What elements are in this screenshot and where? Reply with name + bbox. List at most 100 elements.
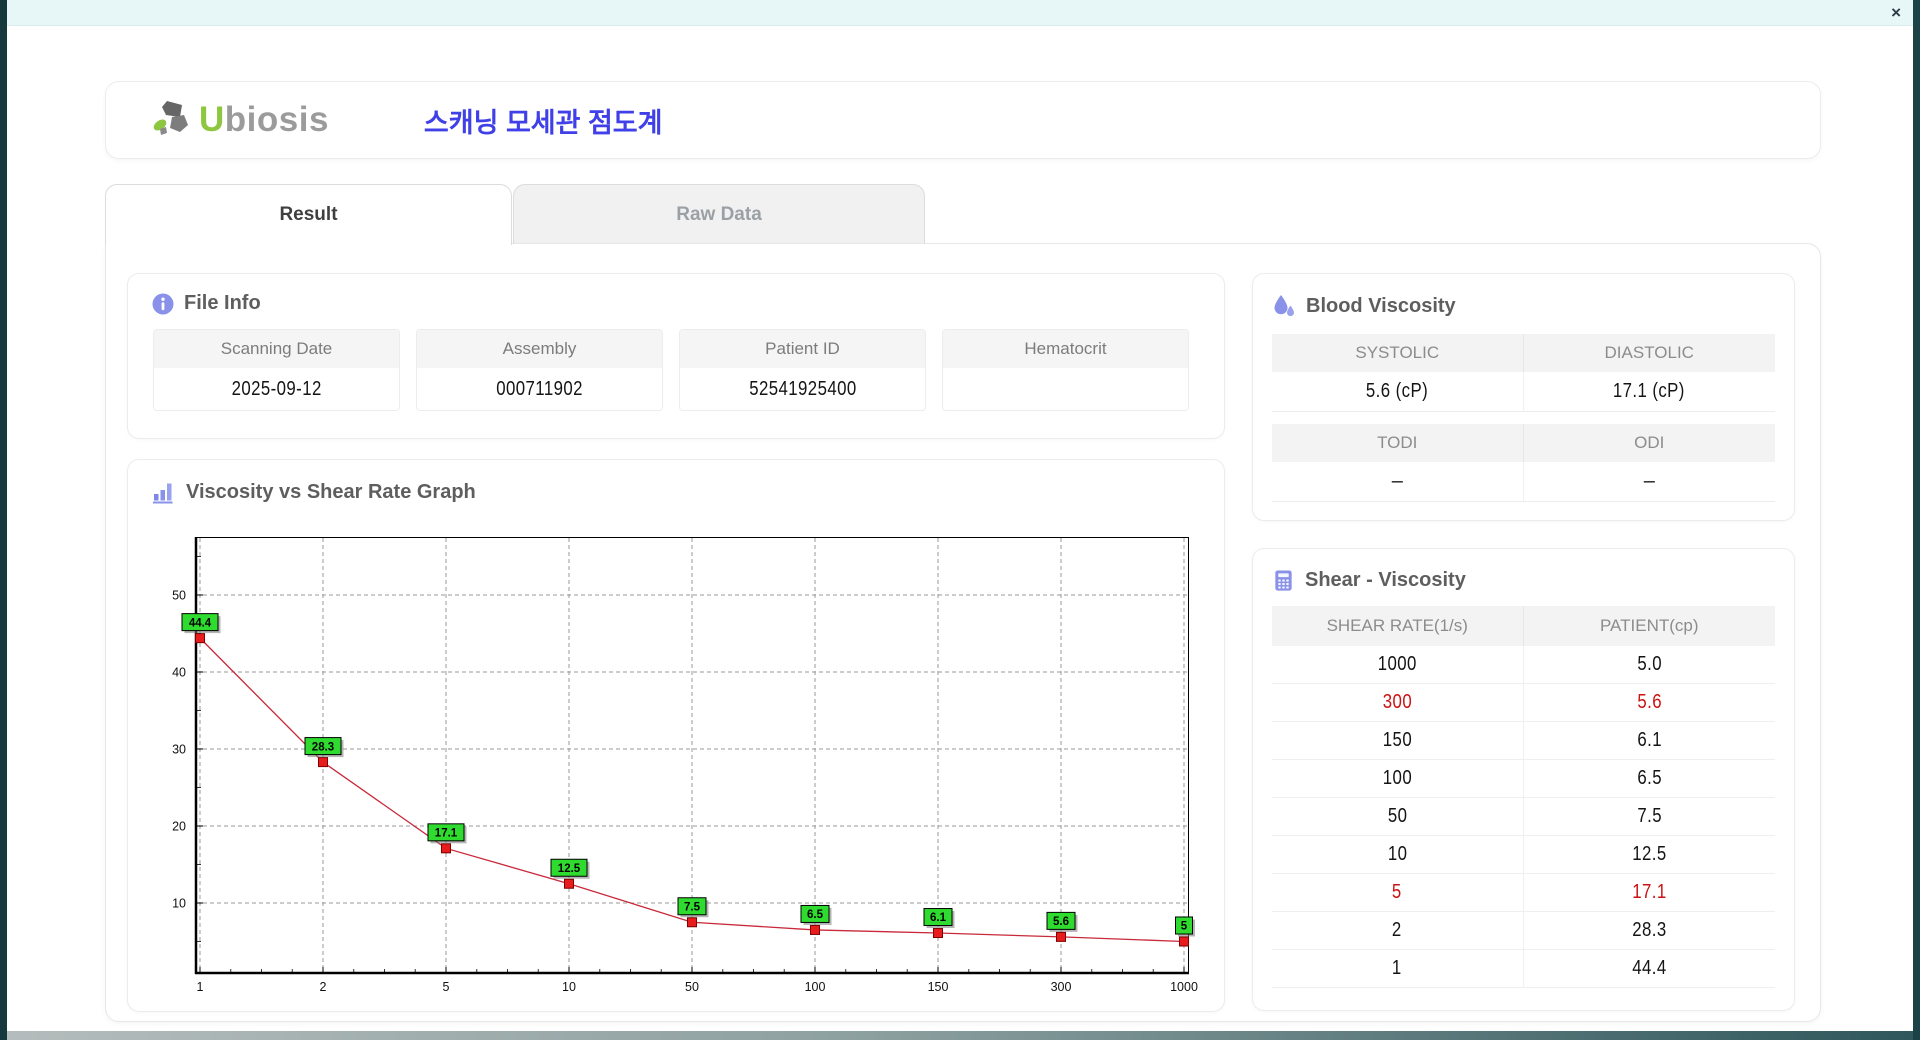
- chart-point-marker: [564, 878, 574, 889]
- x-tick-label: 5: [443, 980, 450, 994]
- x-tick-label: 50: [685, 980, 699, 994]
- field-assembly: Assembly 000711902: [416, 329, 663, 411]
- chart-point-marker: [687, 917, 697, 928]
- cell-text: 50: [1387, 805, 1408, 827]
- close-icon[interactable]: ×: [1891, 3, 1901, 23]
- shear-rate-cell: 2: [1272, 912, 1524, 950]
- patient-viscosity-cell: 7.5: [1523, 798, 1775, 836]
- shear-rate-cell: 10: [1272, 836, 1524, 874]
- cell-text: 2: [1392, 919, 1403, 941]
- field-value: 000711902: [417, 368, 662, 410]
- shear-viscosity-row: 100 6.5: [1272, 760, 1775, 798]
- patient-viscosity-cell: 5.0: [1523, 646, 1775, 684]
- shear-viscosity-table-body: 1000 5.0 300 5.6 150 6.1 100 6.5 50 7.5 10 12.5 5 17.…: [1272, 646, 1775, 988]
- patient-column-header: PATIENT(cp): [1599, 616, 1699, 635]
- field-value: 52541925400: [680, 368, 925, 410]
- field-value-text: 000711902: [496, 377, 583, 400]
- shear-viscosity-row: 10 12.5: [1272, 836, 1775, 874]
- chart-point-label: 6.1: [930, 912, 947, 924]
- cell-text: 1000: [1377, 653, 1417, 675]
- patient-viscosity-cell: 17.1: [1523, 874, 1775, 912]
- chart-point-label: 44.4: [189, 617, 212, 629]
- patient-viscosity-cell: 28.3: [1523, 912, 1775, 950]
- cell-text: 17.1: [1632, 881, 1667, 903]
- field-label: Assembly: [417, 330, 662, 368]
- app-header: Ubiosis 스캐닝 모세관 점도계: [105, 81, 1821, 159]
- tab-raw-data[interactable]: Raw Data: [513, 184, 925, 244]
- shear-viscosity-row: 300 5.6: [1272, 684, 1775, 722]
- cell-text: 10: [1387, 843, 1408, 865]
- todi-header: TODI: [1272, 424, 1524, 462]
- y-tick-label: 30: [172, 743, 186, 757]
- chart-point-label: 5: [1181, 921, 1188, 933]
- droplets-icon: [1274, 295, 1294, 317]
- cell-text: 28.3: [1632, 919, 1667, 941]
- patient-viscosity-cell: 6.1: [1523, 722, 1775, 760]
- result-panel: File Info Scanning Date 2025-09-12 Assem…: [105, 243, 1821, 1022]
- todi-value: –: [1272, 462, 1524, 502]
- x-tick-label: 1: [197, 980, 204, 994]
- field-label: Patient ID: [680, 330, 925, 368]
- field-label: Scanning Date: [154, 330, 399, 368]
- logo-rest: biosis: [224, 100, 329, 139]
- field-value-text: 2025-09-12: [231, 377, 322, 400]
- window-border-bottom: [7, 1031, 1913, 1040]
- cell-text: 1: [1392, 957, 1403, 979]
- field-value: 2025-09-12: [154, 368, 399, 410]
- window-border-right: [1913, 0, 1920, 1040]
- patient-viscosity-cell: 12.5: [1523, 836, 1775, 874]
- shear-rate-cell: 5: [1272, 874, 1524, 912]
- chart-point-label: 5.6: [1053, 916, 1069, 928]
- logo-letter-u: U: [199, 100, 225, 139]
- cell-text: 44.4: [1632, 957, 1667, 979]
- cell-text: 5.6: [1636, 691, 1662, 713]
- shear-viscosity-row: 1 44.4: [1272, 950, 1775, 988]
- cell-text: 12.5: [1632, 843, 1667, 865]
- x-tick-label: 10: [562, 980, 576, 994]
- shear-viscosity-row: 2 28.3: [1272, 912, 1775, 950]
- tab-result[interactable]: Result: [105, 184, 512, 245]
- viscosity-shear-plot: 44.4 28.3 17.1 12.5 7.5 6.5 6.1 5.6 5 1 2 5 10 50 100 1…: [172, 537, 1198, 994]
- chart-point-marker: [933, 928, 943, 939]
- shear-rate-column-header: SHEAR RATE(1/s): [1272, 606, 1524, 646]
- field-label: Hematocrit: [943, 330, 1188, 368]
- cell-text: 150: [1382, 729, 1412, 751]
- x-tick-label: 1000: [1170, 980, 1198, 994]
- systolic-value: 5.6 (cP): [1272, 372, 1524, 412]
- x-tick-label: 300: [1051, 980, 1072, 994]
- file-info-fields: Scanning Date 2025-09-12 Assembly 000711…: [153, 329, 1200, 411]
- y-tick-label: 50: [172, 589, 186, 603]
- y-tick-label: 20: [172, 820, 186, 834]
- chart-point-label: 12.5: [558, 863, 581, 875]
- x-tick-label: 100: [805, 980, 826, 994]
- field-value-text: 52541925400: [748, 377, 857, 400]
- shear-viscosity-row: 150 6.1: [1272, 722, 1775, 760]
- file-info-title: File Info: [184, 292, 261, 314]
- shear-viscosity-row: 1000 5.0: [1272, 646, 1775, 684]
- file-info-card: File Info Scanning Date 2025-09-12 Assem…: [127, 273, 1225, 439]
- shear-viscosity-row: 5 17.1: [1272, 874, 1775, 912]
- shear-viscosity-table: SHEAR RATE(1/s) PATIENT(cp) 1000 5.0 300 5.…: [1272, 606, 1775, 988]
- blood-viscosity-title-row: Blood Viscosity: [1272, 294, 1775, 318]
- patient-viscosity-cell: 6.5: [1523, 760, 1775, 798]
- window-titlebar: ×: [7, 0, 1913, 26]
- field-value: [943, 368, 1188, 410]
- shear-rate-cell: 1000: [1272, 646, 1524, 684]
- field-hematocrit: Hematocrit: [942, 329, 1189, 411]
- odi-header: ODI: [1523, 424, 1775, 462]
- viscosity-chart-svg: 44.4 28.3 17.1 12.5 7.5 6.5 6.1 5.6 5 1 2 5 10 50 100 1…: [172, 537, 1198, 994]
- chart-point-label: 28.3: [312, 741, 334, 753]
- y-tick-label: 40: [172, 666, 186, 680]
- shear-rate-cell: 100: [1272, 760, 1524, 798]
- chart-point-label: 6.5: [807, 909, 824, 921]
- cell-text: 5: [1392, 881, 1403, 903]
- shear-viscosity-title: Shear - Viscosity: [1305, 569, 1466, 591]
- shear-rate-cell: 150: [1272, 722, 1524, 760]
- graph-title: Viscosity vs Shear Rate Graph: [186, 480, 476, 503]
- y-tick-label: 10: [172, 897, 186, 911]
- chart-point-label: 7.5: [684, 901, 701, 913]
- cell-text: 5.0: [1636, 653, 1662, 675]
- ubiosis-logo-icon: [153, 101, 188, 135]
- shear-viscosity-table-header: SHEAR RATE(1/s) PATIENT(cp): [1272, 606, 1775, 646]
- cell-text: 100: [1382, 767, 1412, 789]
